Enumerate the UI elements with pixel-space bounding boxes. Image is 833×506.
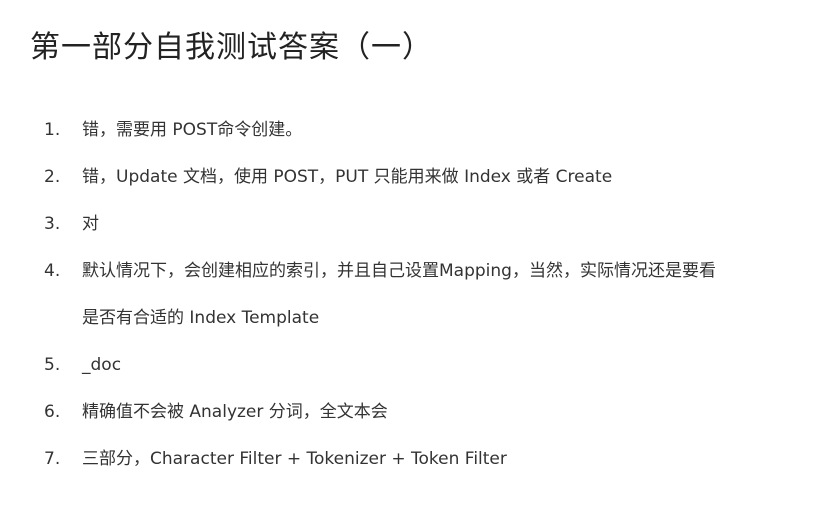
answer-item-4: 4. 默认情况下，会创建相应的索引，并且自己设置Mapping，当然，实际情况还… [0,259,833,330]
answer-text-line: 错，Update 文档，使用 POST，PUT 只能用来做 Index 或者 C… [82,167,613,187]
answer-text-line: 默认情况下，会创建相应的索引，并且自己设置Mapping，当然，实际情况还是要看 [82,261,716,281]
answer-item-3: 3. 对 [0,212,833,236]
answer-text: 对 [82,212,833,236]
answer-text: 三部分，Character Filter + Tokenizer + Token… [82,447,833,471]
answer-number: 3. [44,214,61,234]
answer-text-line: 是否有合适的 Index Template [82,308,320,328]
answer-list: 1. 错，需要用 POST命令创建。 2. 错，Update 文档，使用 POS… [0,118,833,494]
answer-number: 5. [44,355,61,375]
answer-text: 默认情况下，会创建相应的索引，并且自己设置Mapping，当然，实际情况还是要看… [82,259,833,330]
answer-text: 错，需要用 POST命令创建。 [82,118,833,142]
answer-text-line: 精确值不会被 Analyzer 分词，全文本会 [82,402,388,422]
answer-text: 错，Update 文档，使用 POST，PUT 只能用来做 Index 或者 C… [82,165,833,189]
answer-text: 精确值不会被 Analyzer 分词，全文本会 [82,400,833,424]
answer-text-line: 对 [82,214,99,234]
answer-item-5: 5. _doc [0,353,833,377]
answer-item-7: 7. 三部分，Character Filter + Tokenizer + To… [0,447,833,471]
answer-number: 2. [44,167,61,187]
answer-item-2: 2. 错，Update 文档，使用 POST，PUT 只能用来做 Index 或… [0,165,833,189]
answer-number: 6. [44,402,61,422]
answer-item-6: 6. 精确值不会被 Analyzer 分词，全文本会 [0,400,833,424]
answer-text: _doc [82,353,833,377]
answer-item-1: 1. 错，需要用 POST命令创建。 [0,118,833,142]
answer-text-line: 错，需要用 POST命令创建。 [82,120,303,140]
answer-number: 4. [44,261,61,281]
answer-number: 7. [44,449,61,469]
answer-text-line: 三部分，Character Filter + Tokenizer + Token… [82,449,507,469]
answer-number: 1. [44,120,61,140]
page-title: 第一部分自我测试答案（一） [30,30,433,65]
answer-text-line: _doc [82,355,122,375]
